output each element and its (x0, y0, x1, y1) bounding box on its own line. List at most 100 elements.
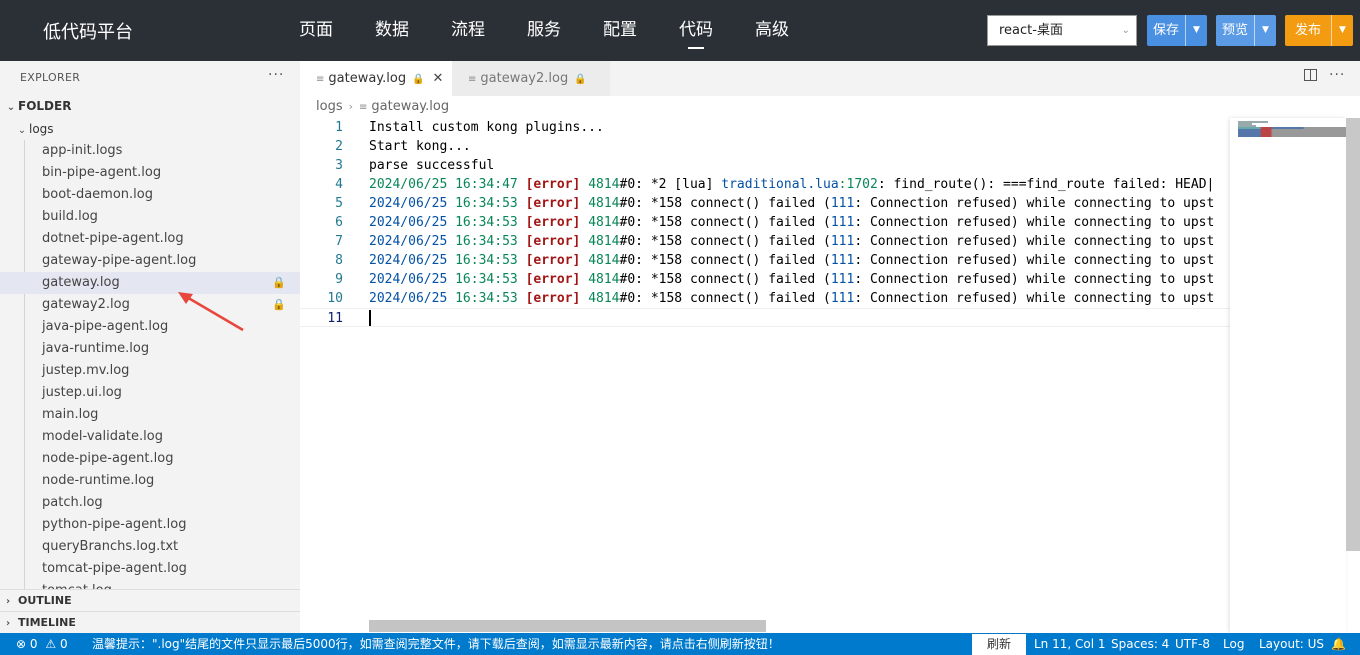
preview-dropdown-caret-icon[interactable]: ▼ (1254, 15, 1276, 46)
encoding[interactable]: UTF-8 (1175, 633, 1210, 655)
cursor-position[interactable]: Ln 11, Col 1 (1034, 633, 1106, 655)
explorer-more-icon[interactable]: ··· (268, 67, 284, 83)
line-number: 3 (335, 158, 343, 173)
file-item[interactable]: gateway-pipe-agent.log (0, 250, 300, 272)
nav-item-advanced[interactable]: 高级 (734, 0, 810, 61)
chevron-right-icon: › (348, 100, 353, 113)
chevron-down-icon: ⌄ (1121, 25, 1130, 36)
nav-item-config[interactable]: 配置 (582, 0, 658, 61)
indentation[interactable]: Spaces: 4 (1111, 633, 1169, 655)
file-item[interactable]: build.log (0, 206, 300, 228)
file-item[interactable]: justep.mv.log (0, 360, 300, 382)
line-text: 2024/06/25 16:34:53 [error] 4814#0: *158… (369, 232, 1214, 251)
file-item[interactable]: patch.log (0, 492, 300, 514)
file-item[interactable]: bin-pipe-agent.log (0, 162, 300, 184)
root-folder-row[interactable]: ⌄ FOLDER (0, 95, 72, 117)
log-message: : Connection refused) while connecting t… (854, 253, 1215, 268)
publish-dropdown-caret-icon[interactable]: ▼ (1331, 15, 1353, 46)
nav-item-data[interactable]: 数据 (354, 0, 430, 61)
code-line: 9 2024/06/25 16:34:53 [error] 4814#0: *15… (300, 270, 1230, 289)
split-editor-icon[interactable] (1304, 69, 1317, 81)
bell-icon[interactable]: 🔔 (1331, 633, 1346, 655)
line-number: 9 (335, 272, 343, 287)
tab-gateway2-log[interactable]: ≡ gateway2.log 🔒 (452, 61, 610, 96)
file-item[interactable]: python-pipe-agent.log (0, 514, 300, 536)
nav-item-code[interactable]: 代码 (658, 0, 734, 61)
file-item[interactable]: main.log (0, 404, 300, 426)
log-pid: 4814 (588, 291, 620, 306)
outline-label: OUTLINE (18, 594, 72, 607)
nav-item-process[interactable]: 流程 (430, 0, 506, 61)
file-item[interactable]: dotnet-pipe-agent.log (0, 228, 300, 250)
red-arrow-annotation (178, 292, 244, 332)
file-item[interactable]: app-init.logs (0, 140, 300, 162)
file-item[interactable]: node-pipe-agent.log (0, 448, 300, 470)
log-conn: #0: (619, 215, 651, 230)
file-item[interactable]: gateway2.log 🔒 (0, 294, 300, 316)
more-icon[interactable]: ··· (1329, 67, 1345, 83)
publish-button[interactable]: 发布 (1285, 15, 1331, 46)
log-rest: *158 connect() failed ( (650, 291, 831, 306)
file-item[interactable]: tomcat.log (0, 580, 300, 589)
problems-indicator[interactable]: ⊗ 0 ⚠ 0 (16, 633, 68, 655)
log-date: 2024/06/25 (369, 177, 448, 192)
code-line: 8 2024/06/25 16:34:53 [error] 4814#0: *15… (300, 251, 1230, 270)
log-code: 111 (830, 196, 855, 211)
chevron-down-icon: ⌄ (6, 102, 16, 113)
log-code: 111 (830, 291, 855, 306)
outline-section[interactable]: › OUTLINE (0, 589, 300, 611)
nav-item-pages[interactable]: 页面 (278, 0, 354, 61)
horizontal-scrollbar[interactable] (369, 620, 766, 632)
chevron-down-icon: ⌄ (17, 125, 27, 136)
preview-button[interactable]: 预览 (1216, 15, 1254, 46)
log-pid: 4814 (588, 177, 620, 192)
environment-select-value: react-桌面 (999, 23, 1063, 38)
logs-folder-row[interactable]: ⌄ logs (0, 118, 54, 140)
file-item-selected[interactable]: gateway.log 🔒 (0, 272, 300, 294)
file-item[interactable]: java-runtime.log (0, 338, 300, 360)
file-item[interactable]: java-pipe-agent.log (0, 316, 300, 338)
vertical-scrollbar[interactable] (1346, 118, 1360, 551)
language-mode[interactable]: Log (1223, 633, 1244, 655)
close-icon[interactable]: ✕ (433, 71, 444, 86)
log-pid: 4814 (588, 215, 620, 230)
breadcrumb-folder[interactable]: logs (316, 99, 343, 114)
nav-item-services[interactable]: 服务 (506, 0, 582, 61)
file-item[interactable]: justep.ui.log (0, 382, 300, 404)
log-conn: #0: (619, 196, 651, 211)
save-dropdown-caret-icon[interactable]: ▼ (1185, 15, 1207, 46)
code-line: 4 2024/06/25 16:34:47 [error] 4814#0: *2 … (300, 175, 1230, 194)
log-conn: #0: (619, 272, 651, 287)
file-item[interactable]: model-validate.log (0, 426, 300, 448)
log-pid: 4814 (588, 272, 620, 287)
refresh-button[interactable]: 刷新 (972, 634, 1026, 655)
log-rest: *158 connect() failed ( (650, 253, 831, 268)
line-number: 2 (335, 139, 343, 154)
environment-select[interactable]: react-桌面 ⌄ (987, 15, 1137, 46)
top-bar: 低代码平台 页面 数据 流程 服务 配置 代码 高级 react-桌面 ⌄ 保存… (0, 0, 1360, 61)
log-conn: #0: (619, 234, 651, 249)
log-rest: *2 [lua] (650, 177, 722, 192)
root-folder-label: FOLDER (18, 99, 72, 113)
file-item[interactable]: tomcat-pipe-agent.log (0, 558, 300, 580)
file-item[interactable]: node-runtime.log (0, 470, 300, 492)
breadcrumb-file[interactable]: gateway.log (371, 99, 449, 114)
explorer-title: EXPLORER (20, 71, 81, 84)
tab-gateway-log[interactable]: ≡ gateway.log 🔒 ✕ (300, 61, 452, 96)
publish-split-button: 发布 ▼ (1285, 15, 1354, 46)
code-line-current: 11 (300, 308, 1230, 327)
log-time: 16:34:53 (455, 272, 518, 287)
warning-count: 0 (59, 637, 68, 651)
file-item[interactable]: boot-daemon.log (0, 184, 300, 206)
log-rest: *158 connect() failed ( (650, 234, 831, 249)
code-area[interactable]: 1 Install custom kong plugins... 2 Start k… (300, 118, 1230, 327)
file-item[interactable]: queryBranchs.log.txt (0, 536, 300, 558)
log-level: [error] (525, 253, 581, 268)
log-message: : Connection refused) while connecting t… (854, 215, 1215, 230)
minimap[interactable] (1230, 118, 1346, 633)
main-nav: 页面 数据 流程 服务 配置 代码 高级 (278, 0, 810, 61)
line-number: 10 (327, 291, 343, 306)
save-button[interactable]: 保存 (1147, 15, 1185, 46)
keyboard-layout[interactable]: Layout: US (1259, 633, 1324, 655)
timeline-section[interactable]: › TIMELINE (0, 611, 300, 633)
